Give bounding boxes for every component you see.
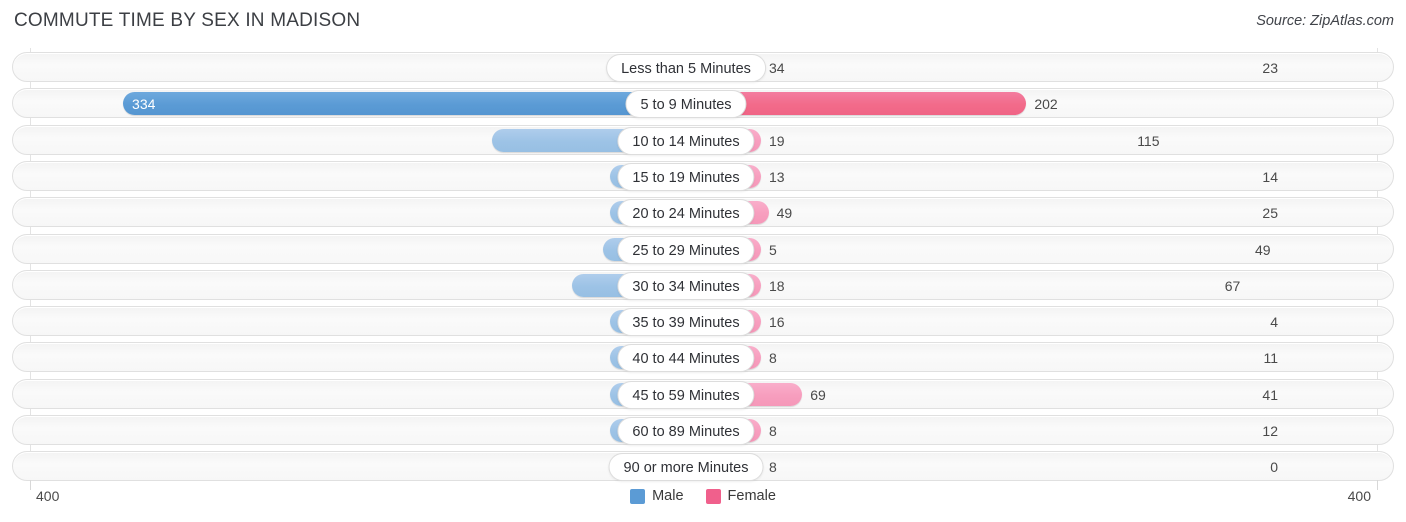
value-label-female: 8 <box>769 350 777 367</box>
category-label[interactable]: 25 to 29 Minutes <box>617 235 755 264</box>
chart-footer: 400 400 Male Female <box>0 480 1406 522</box>
category-label[interactable]: 45 to 59 Minutes <box>617 380 755 409</box>
value-label-male: 12 <box>1262 423 1278 439</box>
table-row[interactable]: 12 8 60 to 89 Minutes <box>12 415 1394 445</box>
value-label-female: 8 <box>769 423 777 439</box>
table-row[interactable]: 67 18 30 to 34 Minutes <box>12 269 1394 300</box>
table-row[interactable]: 25 49 20 to 24 Minutes <box>12 197 1394 228</box>
value-label-female: 69 <box>810 386 826 403</box>
table-row[interactable]: 4 16 35 to 39 Minutes <box>12 306 1394 337</box>
value-label-female: 19 <box>769 132 785 149</box>
value-label-male: 67 <box>1224 277 1241 294</box>
legend-swatch-male-icon <box>630 488 646 504</box>
page-title: COMMUTE TIME BY SEX IN MADISON <box>14 10 361 31</box>
category-label[interactable]: 40 to 44 Minutes <box>617 344 755 373</box>
value-label-male: 49 <box>1254 241 1271 258</box>
bar-male[interactable] <box>123 92 699 116</box>
category-label[interactable]: 30 to 34 Minutes <box>617 271 755 300</box>
value-label-male: 14 <box>1262 168 1278 185</box>
legend-swatch-female-icon <box>705 488 721 504</box>
table-row[interactable]: 41 69 45 to 59 Minutes <box>12 378 1394 409</box>
category-label[interactable]: Less than 5 Minutes <box>606 54 766 82</box>
value-label-male: 4 <box>1270 314 1278 331</box>
value-label-female: 49 <box>776 205 793 222</box>
value-label-female: 18 <box>769 277 785 294</box>
category-label[interactable]: 60 to 89 Minutes <box>617 417 755 445</box>
value-label-male: 41 <box>1262 386 1278 403</box>
value-label-female: 5 <box>769 241 777 258</box>
table-row[interactable]: 0 8 90 or more Minutes <box>12 451 1394 482</box>
category-label[interactable]: 5 to 9 Minutes <box>625 90 747 119</box>
table-row[interactable]: 23 34 Less than 5 Minutes <box>12 52 1394 82</box>
value-label-male: 334 <box>132 96 156 113</box>
category-label[interactable]: 15 to 19 Minutes <box>617 162 755 191</box>
table-row[interactable]: 115 19 10 to 14 Minutes <box>12 124 1394 155</box>
value-label-female: 34 <box>769 60 785 76</box>
value-label-male: 25 <box>1262 205 1278 222</box>
table-row[interactable]: 334 202 5 to 9 Minutes <box>12 88 1394 119</box>
value-label-female: 202 <box>1034 96 1058 113</box>
category-label[interactable]: 20 to 24 Minutes <box>617 199 755 228</box>
value-label-female: 13 <box>769 168 785 185</box>
legend-item-male[interactable]: Male <box>630 488 684 504</box>
source-attribution: Source: ZipAtlas.com <box>1256 13 1394 29</box>
value-label-female: 16 <box>769 314 785 331</box>
value-label-male: 11 <box>1263 350 1278 367</box>
category-label[interactable]: 90 or more Minutes <box>608 453 764 482</box>
chart-header: COMMUTE TIME BY SEX IN MADISON Source: Z… <box>0 0 1406 44</box>
legend-label-female: Female <box>727 488 776 504</box>
legend: Male Female <box>0 488 1406 504</box>
value-label-male: 0 <box>1270 459 1278 476</box>
table-row[interactable]: 14 13 15 to 19 Minutes <box>12 160 1394 191</box>
plot-area: 23 34 Less than 5 Minutes 334 202 5 to 9 Minu… <box>0 48 1406 488</box>
category-label[interactable]: 10 to 14 Minutes <box>617 126 755 155</box>
legend-item-female[interactable]: Female <box>705 488 776 504</box>
chart-root: COMMUTE TIME BY SEX IN MADISON Source: Z… <box>0 0 1406 522</box>
table-row[interactable]: 11 8 40 to 44 Minutes <box>12 342 1394 373</box>
value-label-male: 115 <box>1137 132 1160 149</box>
value-label-female: 8 <box>769 459 777 476</box>
value-label-male: 23 <box>1262 60 1278 76</box>
legend-label-male: Male <box>652 488 684 504</box>
category-label[interactable]: 35 to 39 Minutes <box>617 308 755 337</box>
table-row[interactable]: 49 5 25 to 29 Minutes <box>12 233 1394 264</box>
